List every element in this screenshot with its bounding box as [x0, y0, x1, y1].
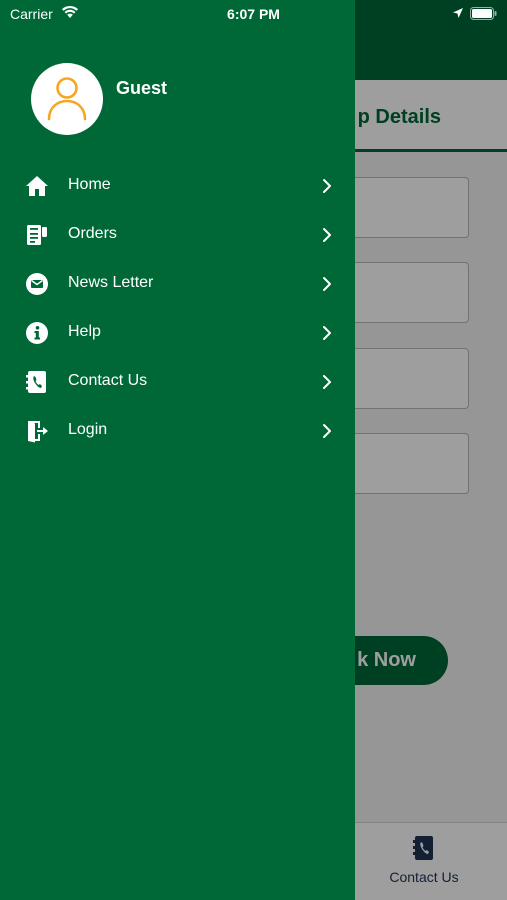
home-icon [26, 176, 48, 196]
menu-item-news-letter[interactable]: News Letter [0, 260, 355, 309]
menu-item-contact-us[interactable]: Contact Us [0, 358, 355, 407]
chevron-right-icon [323, 424, 331, 438]
menu-item-label: Help [68, 323, 101, 340]
chevron-right-icon [323, 228, 331, 242]
profile-name: Guest [116, 78, 168, 98]
orders-icon [27, 225, 47, 245]
menu-item-label: Contact Us [68, 372, 148, 389]
menu-item-label: Home [68, 176, 111, 193]
battery-icon [470, 7, 497, 20]
chevron-right-icon [323, 179, 331, 193]
chevron-right-icon [323, 326, 331, 340]
menu-item-login[interactable]: Login [0, 407, 355, 456]
phone-book-icon [26, 371, 46, 393]
clock: 6:07 PM [227, 6, 280, 22]
login-icon [28, 421, 48, 443]
chevron-right-icon [323, 277, 331, 291]
menu-item-home[interactable]: Home [0, 162, 355, 211]
side-drawer: Guest Home Orders News Letter Help Conta… [0, 0, 355, 900]
avatar[interactable] [31, 63, 103, 135]
chevron-right-icon [323, 375, 331, 389]
menu-item-label: News Letter [68, 274, 154, 291]
location-arrow-icon [453, 8, 463, 18]
menu-item-label: Login [68, 421, 108, 438]
newsletter-icon [26, 273, 48, 295]
menu-item-orders[interactable]: Orders [0, 211, 355, 260]
menu-item-label: Orders [68, 225, 117, 242]
status-bar: Carrier 6:07 PM [0, 0, 507, 28]
menu-item-help[interactable]: Help [0, 309, 355, 358]
user-icon [47, 77, 87, 121]
info-icon [26, 322, 48, 344]
